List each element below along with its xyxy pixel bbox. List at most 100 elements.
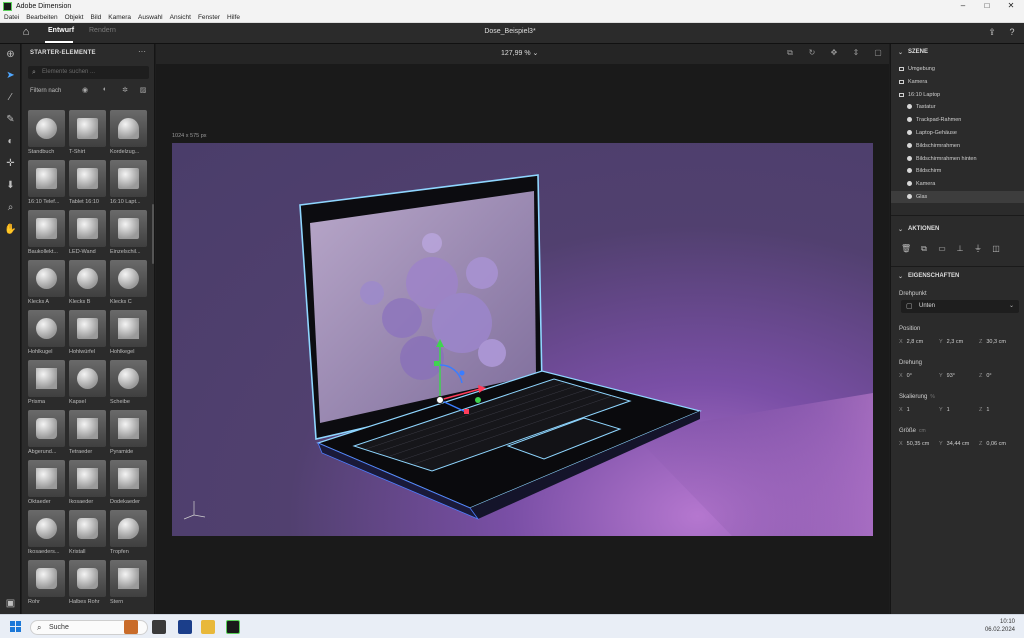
- asset-item[interactable]: Klecks B: [69, 260, 106, 308]
- file-explorer-icon[interactable]: [201, 620, 215, 634]
- 3d-viewport[interactable]: [172, 143, 873, 536]
- asset-item[interactable]: Tetraeder: [69, 410, 106, 458]
- scale-x-field[interactable]: X1: [899, 407, 910, 413]
- asset-item[interactable]: Hohlkegel: [110, 310, 147, 358]
- menu-fenster[interactable]: Fenster: [198, 14, 220, 21]
- align-icon[interactable]: ⊥: [955, 244, 965, 254]
- asset-item[interactable]: Prisma: [28, 360, 65, 408]
- tab-rendern[interactable]: Rendern: [89, 27, 116, 34]
- hand-icon[interactable]: ✋: [3, 222, 18, 237]
- zoom-icon[interactable]: ⌕: [3, 200, 18, 215]
- asset-item[interactable]: Halbes Rohr: [69, 560, 106, 608]
- scene-item[interactable]: Trackpad-Rahmen: [907, 117, 961, 123]
- frame-icon[interactable]: ▢: [872, 48, 884, 60]
- filter-materials-icon[interactable]: ◐: [100, 86, 110, 96]
- asset-item[interactable]: Klecks A: [28, 260, 65, 308]
- rotation-y-field[interactable]: Y 93°: [939, 373, 955, 379]
- asset-item[interactable]: Standbuch: [28, 110, 65, 158]
- asset-item[interactable]: Scheibe: [110, 360, 147, 408]
- pan-icon[interactable]: ✥: [828, 48, 840, 60]
- scene-item[interactable]: Bildschirmrahmen hinten: [907, 155, 977, 162]
- asset-item[interactable]: Hohlkugel: [28, 310, 65, 358]
- pivot-dropdown[interactable]: ▢ Unten ⌄: [901, 300, 1019, 313]
- actions-section-header[interactable]: ⌄ AKTIONEN: [891, 226, 1024, 233]
- more-options-icon[interactable]: ···: [138, 47, 146, 56]
- position-x-field[interactable]: X 2,8 cm: [899, 339, 923, 345]
- asset-item[interactable]: T-Shirt: [69, 110, 106, 158]
- scene-item[interactable]: Umgebung: [899, 66, 935, 72]
- menu-hilfe[interactable]: Hilfe: [227, 14, 240, 21]
- asset-item[interactable]: 16:10 Lapt...: [110, 160, 147, 208]
- camera-bookmark-icon[interactable]: ⧉: [784, 48, 796, 60]
- size-x-field[interactable]: X 50,35 cm: [899, 441, 929, 447]
- scene-item[interactable]: Tastatur: [907, 104, 936, 110]
- asset-search-input[interactable]: ⌕ Elemente suchen ...: [28, 66, 149, 79]
- asset-item[interactable]: Kristall: [69, 510, 106, 558]
- move-icon[interactable]: ✛: [3, 156, 18, 171]
- asset-item[interactable]: 16:10 Telef...: [28, 160, 65, 208]
- drop-icon[interactable]: ⬇: [3, 178, 18, 193]
- size-z-field[interactable]: Z 0,06 cm: [979, 441, 1006, 447]
- zoom-level[interactable]: 127,99 % ⌄: [501, 49, 538, 57]
- delete-icon[interactable]: 🗑: [901, 244, 911, 254]
- asset-item[interactable]: Oktaeder: [28, 460, 65, 508]
- share-icon[interactable]: ⇪: [986, 27, 998, 39]
- scene-item[interactable]: Bildschirmrahmen: [907, 142, 960, 149]
- asset-item[interactable]: Einzelschil...: [110, 210, 147, 258]
- asset-item[interactable]: Abgerund...: [28, 410, 65, 458]
- filter-images-icon[interactable]: ▨: [138, 86, 148, 96]
- maximize-button[interactable]: □: [975, 0, 999, 12]
- sampler-icon[interactable]: ◐: [3, 134, 18, 149]
- menu-objekt[interactable]: Objekt: [65, 14, 84, 21]
- filter-lights-icon[interactable]: ✲: [120, 86, 130, 96]
- minimize-button[interactable]: –: [951, 0, 975, 12]
- center-icon[interactable]: ◫: [991, 244, 1001, 254]
- dimension-taskbar-icon[interactable]: [226, 620, 240, 634]
- asset-item[interactable]: Tropfen: [110, 510, 147, 558]
- place-on-ground-icon[interactable]: ⏚: [973, 244, 983, 254]
- select-icon[interactable]: ➤: [3, 68, 18, 83]
- menu-bild[interactable]: Bild: [90, 14, 101, 21]
- menu-datei[interactable]: Datei: [4, 14, 19, 21]
- scene-section-header[interactable]: ⌄ SZENE: [891, 49, 1024, 56]
- asset-item[interactable]: Rohr: [28, 560, 65, 608]
- home-icon[interactable]: ⌂: [18, 26, 34, 40]
- asset-item[interactable]: Dodekaeder: [110, 460, 147, 508]
- asset-item[interactable]: Klecks C: [110, 260, 147, 308]
- asset-item[interactable]: Hohlwürfel: [69, 310, 106, 358]
- widgets-icon[interactable]: [124, 620, 138, 634]
- scene-item[interactable]: Kamera: [907, 181, 935, 187]
- group-icon[interactable]: ▭: [937, 244, 947, 254]
- menu-kamera[interactable]: Kamera: [108, 14, 131, 21]
- scene-item[interactable]: 16:10 Laptop: [899, 92, 940, 98]
- panel-toggle-icon[interactable]: ▣: [3, 596, 18, 611]
- asset-item[interactable]: Kordelzug...: [110, 110, 147, 158]
- scene-item[interactable]: Glas: [907, 194, 927, 200]
- asset-item[interactable]: Ikosaeders...: [28, 510, 65, 558]
- dolly-icon[interactable]: ⇕: [850, 48, 862, 60]
- help-icon[interactable]: ?: [1006, 27, 1018, 39]
- scale-z-field[interactable]: Z1: [979, 407, 989, 413]
- task-view-icon[interactable]: [152, 620, 166, 634]
- rotation-z-field[interactable]: Z 0°: [979, 373, 992, 379]
- filter-models-icon[interactable]: ◉: [80, 86, 90, 96]
- position-z-field[interactable]: Z 30,3 cm: [979, 339, 1006, 345]
- rotation-x-field[interactable]: X 0°: [899, 373, 912, 379]
- asset-item[interactable]: Kapsel: [69, 360, 106, 408]
- orbit-icon[interactable]: ↻: [806, 48, 818, 60]
- system-clock[interactable]: 10:10 06.02.2024: [975, 618, 1015, 634]
- scale-y-field[interactable]: Y1: [939, 407, 950, 413]
- assets-scrollbar[interactable]: [152, 204, 154, 264]
- eyedropper-icon[interactable]: ✎: [3, 112, 18, 127]
- asset-item[interactable]: LED-Wand: [69, 210, 106, 258]
- magic-wand-icon[interactable]: ⁄: [3, 90, 18, 105]
- asset-item[interactable]: Ikosaeder: [69, 460, 106, 508]
- close-button[interactable]: ✕: [999, 0, 1023, 12]
- add-icon[interactable]: ⊕: [3, 47, 18, 62]
- asset-item[interactable]: Stern: [110, 560, 147, 608]
- browser-icon[interactable]: [178, 620, 192, 634]
- windows-start-icon[interactable]: [10, 621, 22, 633]
- tab-entwurf[interactable]: Entwurf: [48, 27, 74, 34]
- position-y-field[interactable]: Y 2,3 cm: [939, 339, 963, 345]
- duplicate-icon[interactable]: ⧉: [919, 244, 929, 254]
